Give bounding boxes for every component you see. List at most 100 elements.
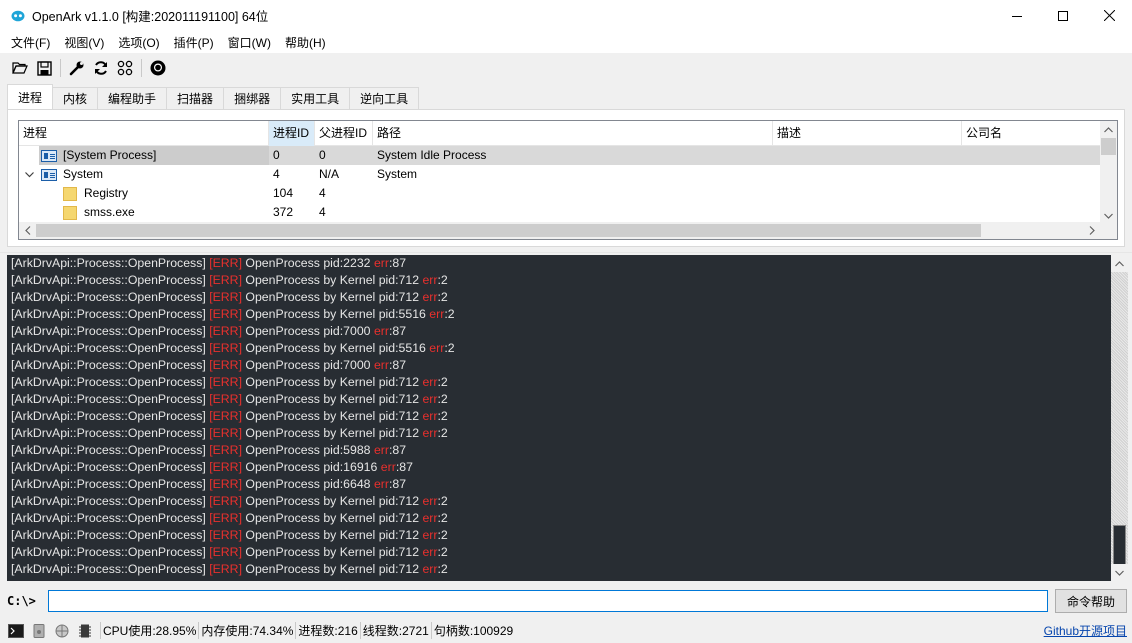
maximize-button[interactable] xyxy=(1040,0,1086,31)
log-error-value: :2 xyxy=(437,409,448,423)
log-error-key: err xyxy=(429,307,445,321)
process-description xyxy=(773,146,962,165)
modules-icon[interactable] xyxy=(115,58,135,78)
process-icon xyxy=(41,149,57,162)
github-link[interactable]: Github开源项目 xyxy=(1044,622,1127,639)
tab-process[interactable]: 进程 xyxy=(7,84,54,109)
hdd-icon[interactable] xyxy=(31,623,47,639)
log-line: [ArkDrvApi::Process::OpenProcess] [ERR] … xyxy=(11,510,1111,527)
memory-icon[interactable] xyxy=(77,623,93,639)
log-line: [ArkDrvApi::Process::OpenProcess] [ERR] … xyxy=(11,391,1111,408)
process-name: System xyxy=(63,167,104,181)
table-horizontal-scrollbar[interactable] xyxy=(19,222,1117,239)
network-icon[interactable] xyxy=(54,623,70,639)
log-error-key: err xyxy=(422,562,438,576)
process-tree-table[interactable]: 进程 进程ID 父进程ID 路径 描述 公司名 [System Process]… xyxy=(18,120,1118,240)
process-count: 进程数:216 xyxy=(295,622,359,639)
scrollbar-thumb[interactable] xyxy=(36,224,981,237)
chevron-up-icon[interactable] xyxy=(1100,121,1117,138)
window-title: OpenArk v1.1.0 [构建:202011191100] 64位 xyxy=(32,10,269,24)
log-line: [ArkDrvApi::Process::OpenProcess] [ERR] … xyxy=(11,272,1111,289)
chevron-down-icon[interactable] xyxy=(1111,564,1128,581)
menu-options[interactable]: 选项(O) xyxy=(111,34,166,51)
log-message: OpenProcess by Kernel pid:712 xyxy=(245,273,420,287)
column-header-pid[interactable]: 进程ID xyxy=(269,121,315,146)
folder-icon xyxy=(63,205,77,220)
chevron-right-icon[interactable] xyxy=(1083,222,1100,239)
log-level-tag: [ERR] xyxy=(209,443,242,457)
log-error-value: :87 xyxy=(388,324,407,338)
process-company xyxy=(962,146,1102,165)
maximize-icon xyxy=(1058,10,1068,21)
column-header-ppid[interactable]: 父进程ID xyxy=(315,121,373,146)
console-icon[interactable] xyxy=(8,623,24,639)
table-body: [System Process] 0 0 System Idle Process… xyxy=(19,146,1102,222)
tab-reverse-tools[interactable]: 逆向工具 xyxy=(349,87,420,109)
github-icon[interactable] xyxy=(148,58,168,78)
menu-window[interactable]: 窗口(W) xyxy=(221,34,278,51)
log-line: [ArkDrvApi::Process::OpenProcess] [ERR] … xyxy=(11,255,1111,272)
close-button[interactable] xyxy=(1086,0,1132,31)
log-error-value: :2 xyxy=(437,494,448,508)
log-line: [ArkDrvApi::Process::OpenProcess] [ERR] … xyxy=(11,357,1111,374)
column-header-description[interactable]: 描述 xyxy=(773,121,962,146)
log-message: OpenProcess pid:5988 xyxy=(245,443,371,457)
chevron-left-icon[interactable] xyxy=(19,222,36,239)
log-error-key: err xyxy=(373,256,389,270)
refresh-icon[interactable] xyxy=(91,58,111,78)
table-row[interactable]: Registry 104 4 xyxy=(19,184,1102,203)
table-vertical-scrollbar[interactable] xyxy=(1100,121,1117,224)
tab-kernel[interactable]: 内核 xyxy=(52,87,99,109)
log-message: OpenProcess by Kernel pid:712 xyxy=(245,494,420,508)
log-error-value: :2 xyxy=(437,273,448,287)
table-row[interactable]: System 4 N/A System xyxy=(19,165,1102,184)
log-message: OpenProcess pid:7000 xyxy=(245,324,371,338)
log-message: OpenProcess by Kernel pid:5516 xyxy=(245,341,426,355)
tab-coder-kit[interactable]: 编程助手 xyxy=(97,87,168,109)
log-error-value: :2 xyxy=(437,545,448,559)
log-level-tag: [ERR] xyxy=(209,409,242,423)
scrollbar-thumb[interactable] xyxy=(1101,138,1116,155)
wrench-icon[interactable] xyxy=(67,58,87,78)
thread-count: 线程数:2721 xyxy=(359,622,431,639)
log-level-tag: [ERR] xyxy=(209,358,242,372)
menu-help[interactable]: 帮助(H) xyxy=(278,34,333,51)
console-output[interactable]: [ArkDrvApi::Process::OpenProcess] [ERR] … xyxy=(7,255,1128,581)
log-error-key: err xyxy=(422,273,438,287)
splitter[interactable] xyxy=(0,252,1132,253)
log-error-key: err xyxy=(422,290,438,304)
process-description xyxy=(773,184,962,203)
table-row[interactable]: [System Process] 0 0 System Idle Process xyxy=(19,146,1102,165)
menu-plugins[interactable]: 插件(P) xyxy=(167,34,221,51)
column-header-process[interactable]: 进程 xyxy=(19,121,269,146)
console-vertical-scrollbar[interactable] xyxy=(1111,255,1128,581)
log-error-value: :2 xyxy=(444,307,455,321)
log-error-key: err xyxy=(422,375,438,389)
column-header-company[interactable]: 公司名 xyxy=(962,121,1102,146)
command-help-button[interactable]: 命令帮助 xyxy=(1055,589,1127,613)
tab-scanner[interactable]: 扫描器 xyxy=(166,87,225,109)
save-icon[interactable] xyxy=(34,58,54,78)
menu-file[interactable]: 文件(F) xyxy=(4,34,57,51)
open-folder-icon[interactable] xyxy=(10,58,30,78)
tab-utilities[interactable]: 实用工具 xyxy=(280,87,351,109)
chevron-down-icon[interactable] xyxy=(23,165,35,184)
log-line: [ArkDrvApi::Process::OpenProcess] [ERR] … xyxy=(11,340,1111,357)
log-level-tag: [ERR] xyxy=(209,392,242,406)
chevron-up-icon[interactable] xyxy=(1111,255,1128,272)
log-prefix: [ArkDrvApi::Process::OpenProcess] xyxy=(11,511,206,525)
log-level-tag: [ERR] xyxy=(209,375,242,389)
scrollbar-thumb[interactable] xyxy=(1113,525,1126,565)
process-ppid: 4 xyxy=(319,205,326,219)
log-line: [ArkDrvApi::Process::OpenProcess] [ERR] … xyxy=(11,544,1111,561)
menu-view[interactable]: 视图(V) xyxy=(57,34,111,51)
command-input[interactable] xyxy=(48,590,1048,612)
process-pid: 372 xyxy=(273,205,294,219)
tab-bundler[interactable]: 捆绑器 xyxy=(223,87,282,109)
log-prefix: [ArkDrvApi::Process::OpenProcess] xyxy=(11,443,206,457)
minimize-button[interactable] xyxy=(994,0,1040,31)
table-row[interactable]: smss.exe 372 4 xyxy=(19,203,1102,222)
log-error-key: err xyxy=(373,358,389,372)
column-header-path[interactable]: 路径 xyxy=(373,121,773,146)
log-prefix: [ArkDrvApi::Process::OpenProcess] xyxy=(11,256,206,270)
